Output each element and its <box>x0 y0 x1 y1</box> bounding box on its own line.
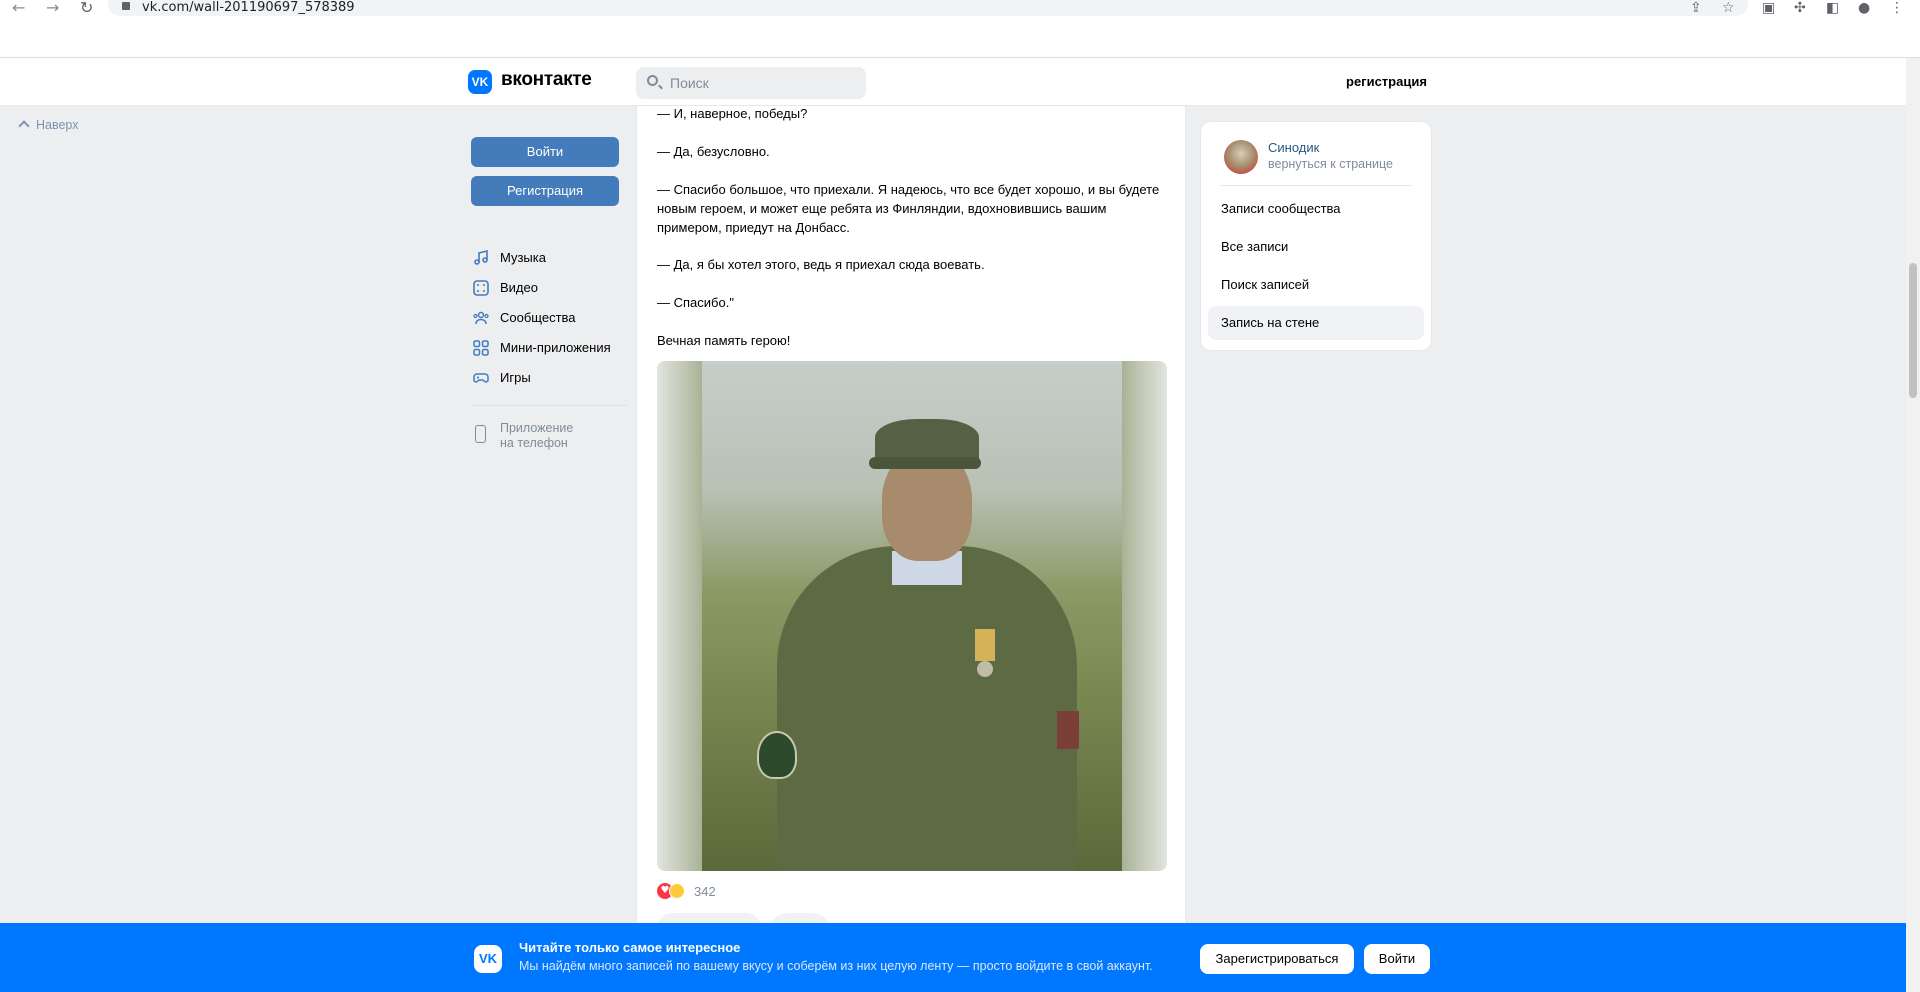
back-to-top-link[interactable]: Наверх <box>18 118 79 132</box>
reload-icon[interactable]: ↻ <box>80 0 93 18</box>
back-to-top-label: Наверх <box>36 118 79 132</box>
vk-logo-icon[interactable]: VK <box>468 70 492 94</box>
banner-subtitle: Мы найдём много записей по вашему вкусу … <box>519 959 1153 973</box>
page-top-strip <box>0 18 1920 58</box>
profile-extension-icon[interactable]: ▣ <box>1762 1 1775 15</box>
url-text[interactable]: vk.com/wall-201190697_578389 <box>142 0 355 16</box>
video-icon <box>473 280 489 296</box>
nav-search-posts[interactable]: Поиск записей <box>1208 268 1424 302</box>
scroll-thumb[interactable] <box>1909 263 1917 398</box>
sidebar-divider <box>471 405 627 406</box>
sidebar-item-label: Игры <box>500 370 531 385</box>
mini-apps-icon <box>473 340 489 356</box>
extensions-puzzle-icon[interactable]: ✣ <box>1794 1 1806 15</box>
sidebar-item-label: Музыка <box>500 250 546 265</box>
community-name-link[interactable]: Синодик <box>1268 140 1319 155</box>
post-photo[interactable] <box>657 361 1167 871</box>
mobile-app-label-line1: Приложение <box>500 421 574 435</box>
community-avatar[interactable] <box>1224 140 1258 174</box>
share-icon[interactable]: ⇪ <box>1690 1 1702 15</box>
forward-icon[interactable]: → <box>46 0 59 18</box>
lock-icon <box>122 2 130 10</box>
login-button[interactable]: Войти <box>471 137 619 167</box>
nav-all-posts[interactable]: Все записи <box>1208 230 1424 264</box>
vk-logo-text[interactable]: вконтакте <box>501 69 592 91</box>
post-paragraph: — Да, я бы хотел этого, ведь я приехал с… <box>657 257 985 272</box>
community-nav-panel: Синодик вернуться к странице Записи сооб… <box>1201 122 1431 350</box>
photo-soldier-body <box>777 546 1077 871</box>
banner-register-button[interactable]: Зарегистрироваться <box>1200 944 1354 974</box>
back-to-page-link[interactable]: вернуться к странице <box>1268 157 1393 171</box>
sidebar-item-label: Мини-приложения <box>500 340 611 355</box>
search-box[interactable] <box>636 67 866 99</box>
photo-medal <box>977 661 993 677</box>
post-paragraph: — И, наверное, победы? <box>657 106 808 121</box>
sidebar-item-label: Сообщества <box>500 310 576 325</box>
search-icon <box>647 75 658 86</box>
games-icon <box>473 373 489 383</box>
nav-community-posts[interactable]: Записи сообщества <box>1208 192 1424 226</box>
post-paragraph: — Да, безусловно. <box>657 144 770 159</box>
sidebar-item-mobile-app[interactable]: Приложение на телефон <box>471 421 627 457</box>
browser-toolbar: ← → ↻ vk.com/wall-201190697_578389 ⇪ ☆ ▣… <box>0 0 1920 18</box>
search-input[interactable] <box>670 67 860 99</box>
mobile-app-label-line2: на телефон <box>500 436 568 450</box>
banner-title: Читайте только самое интересное <box>519 940 741 955</box>
back-icon[interactable]: ← <box>12 0 25 18</box>
communities-icon <box>473 311 489 325</box>
post-paragraph: — Спасибо." <box>657 295 734 310</box>
post-paragraph: — Спасибо большое, что приехали. Я надею… <box>657 182 1160 235</box>
panel-divider <box>1220 185 1412 186</box>
nav-wall-post[interactable]: Запись на стене <box>1208 306 1424 340</box>
register-button[interactable]: Регистрация <box>471 176 619 206</box>
side-panel-icon[interactable]: ◧ <box>1826 1 1839 15</box>
music-icon <box>474 250 488 265</box>
menu-dots-icon[interactable]: ⋮ <box>1890 1 1904 15</box>
vk-logo-icon: VK <box>474 945 502 973</box>
vk-header: VK вконтакте регистрация <box>0 58 1906 106</box>
signup-banner: VK Читайте только самое интересное Мы на… <box>0 923 1906 992</box>
wall-post: — И, наверное, победы? — Да, безусловно.… <box>636 106 1186 943</box>
banner-login-button[interactable]: Войти <box>1364 944 1430 974</box>
account-icon[interactable]: ● <box>1858 1 1870 15</box>
sad-reaction-icon <box>669 883 685 899</box>
bookmark-star-icon[interactable]: ☆ <box>1722 1 1735 15</box>
sidebar-item-label: Видео <box>500 280 538 295</box>
post-paragraph: Вечная память герою! <box>657 333 791 348</box>
phone-icon <box>475 425 486 443</box>
page-scrollbar[interactable] <box>1906 58 1920 992</box>
register-link[interactable]: регистрация <box>1346 74 1427 89</box>
chevron-up-icon <box>18 120 30 132</box>
reactions-count: 342 <box>694 884 716 899</box>
